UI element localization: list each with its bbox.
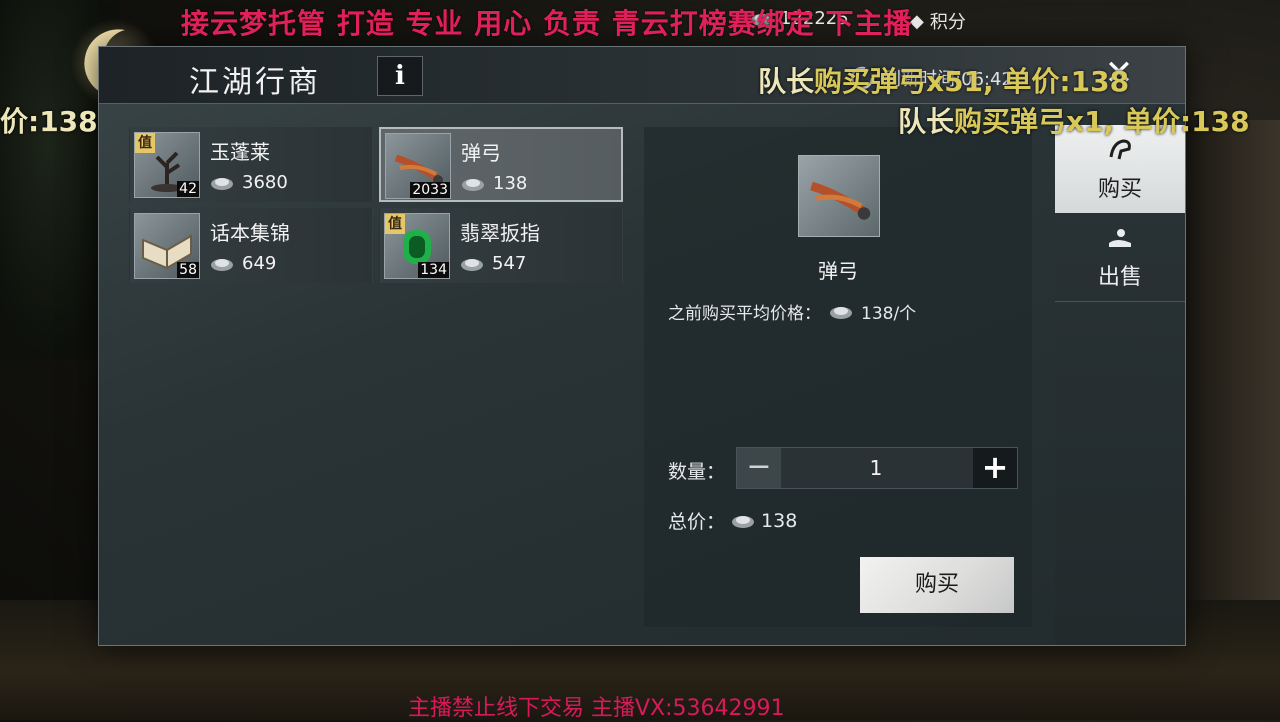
stock-count: 2033 [410,182,450,198]
average-price: 之前购买平均价格： 138/个 [668,299,916,324]
danmu-prefix: 价:138 [0,105,98,138]
item-price: 138 [461,173,527,194]
silver-coin-icon [211,258,233,271]
average-price-value: 138/个 [861,304,917,324]
item-name: 话本集锦 [210,221,290,245]
item-price: 547 [460,253,526,274]
silver-coin-icon [211,177,233,190]
danmu-comment: 价:138 [0,100,98,140]
item-price: 649 [210,253,276,274]
item-name: 玉蓬莱 [210,140,270,164]
silver-coin-icon [732,515,755,528]
total-price: 总价： 138 [668,507,797,534]
item-card-huaben[interactable]: 58 话本集锦 649 [129,208,373,283]
tab-sell-label: 出售 [1097,265,1142,290]
average-price-label: 之前购买平均价格： [668,304,821,324]
detail-thumbnail [798,155,880,237]
danmu-prefix: 队长 [898,105,955,138]
item-thumbnail: 58 [134,213,200,279]
panel-title: 江湖行商 [189,65,321,100]
item-price-value: 138 [493,173,528,194]
item-thumbnail: 值 42 [134,132,200,198]
danmu-prefix: 队长 [758,65,815,98]
value-tag: 值 [385,214,405,234]
side-tabs: 购买 出售 [1055,125,1185,645]
item-price-value: 3680 [242,172,288,193]
silver-coin-icon [830,306,852,319]
stream-banner-top: 接云梦托管 打造 专业 用心 负责 青云打榜赛绑定 下主播 [181,7,913,40]
points-label: 积分 [929,12,966,33]
quantity-plus-button[interactable]: + [973,448,1017,488]
tab-sell[interactable]: 出售 [1055,213,1185,302]
item-detail: 弹弓 之前购买平均价格： 138/个 数量： − 1 + 总价： 138 购买 [644,127,1032,627]
item-price-value: 649 [242,253,277,274]
danmu-comment: 队长购买弹弓x1, 单价:138 [898,100,1250,140]
item-name: 弹弓 [461,141,501,165]
value-tag: 值 [135,133,155,153]
item-card-slingshot[interactable]: 2033 弹弓 138 [379,127,623,202]
quantity-input[interactable]: 1 [781,448,971,488]
item-thumbnail: 值 134 [384,213,450,279]
danmu-highlight: 购买弹弓x51, 单价:138 [814,65,1130,98]
item-card-jade-ring[interactable]: 值 134 翡翠扳指 547 [379,208,623,283]
quantity-stepper: − 1 + [736,447,1018,489]
danmu-comment: 队长购买弹弓x51, 单价:138 [758,60,1129,100]
stream-banner-bottom: 主播禁止线下交易 主播VX:53642991 [408,696,785,721]
tab-buy-label: 购买 [1097,177,1142,202]
item-card-yupenglai[interactable]: 值 42 玉蓬莱 3680 [129,127,373,202]
silver-coin-icon [461,258,483,271]
stock-count: 58 [177,262,199,278]
total-price-value: 138 [761,509,798,532]
item-price: 3680 [210,172,288,193]
detail-item-name: 弹弓 [818,259,858,283]
points-currency: ◆ 积分 [910,8,966,34]
sell-hand-icon [1109,229,1131,247]
quantity-label: 数量： [668,461,726,483]
stock-count: 134 [418,262,449,278]
silver-coin-icon [462,178,484,191]
quantity-minus-button[interactable]: − [737,448,781,488]
stock-count: 42 [177,181,199,197]
item-price-value: 547 [492,253,527,274]
slingshot-icon [810,181,871,220]
total-price-label: 总价： [668,511,726,533]
danmu-highlight: 购买弹弓x1, 单价:138 [954,105,1250,138]
item-thumbnail: 2033 [385,133,451,199]
item-name: 翡翠扳指 [460,221,540,245]
buy-button[interactable]: 购买 [860,557,1014,613]
info-button[interactable]: i [377,56,423,96]
background-wall [1180,120,1280,640]
